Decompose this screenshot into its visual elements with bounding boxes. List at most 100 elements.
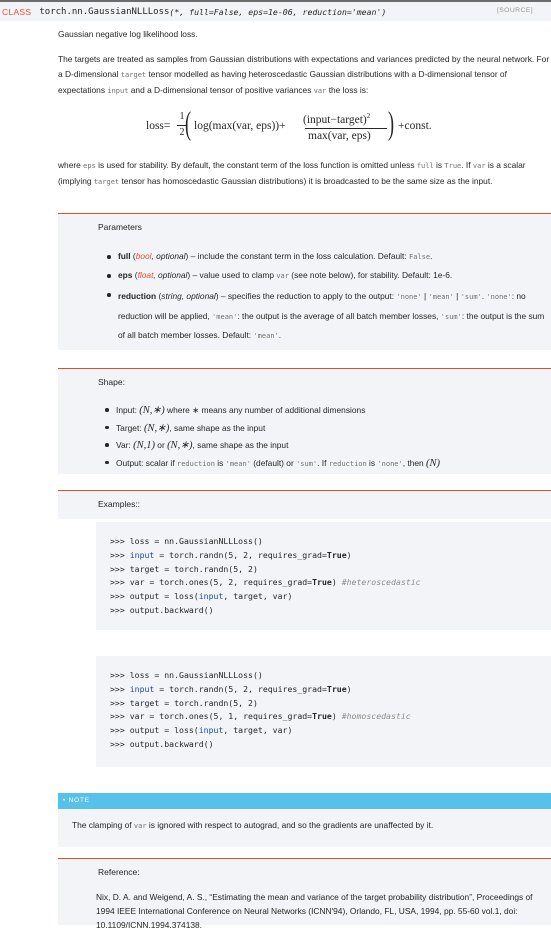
code-bool: True (326, 683, 347, 694)
code-block-homoscedastic[interactable]: >>> loss = nn.GaussianNLLLoss() >>> inpu… (96, 656, 551, 767)
reference-section: Reference: Nix, D. A. and Weigend, A. S.… (58, 859, 551, 930)
shape-output-t4: is (366, 457, 378, 468)
shape-var-math-2: (N,∗) (167, 440, 193, 451)
code-bool: True (312, 577, 332, 588)
examples-title: Examples:: (98, 499, 141, 509)
shape-input-desc: where ∗ means any number of additional d… (164, 405, 366, 415)
code-none-3: 'none' (377, 459, 403, 468)
class-args: (*, full=False, eps=1e-06, reduction='me… (169, 6, 387, 17)
shape-var-label: Var: (116, 440, 134, 450)
code-line: >>> output.backward() (110, 738, 214, 749)
class-signature: CLASS torch.nn.GaussianNLLLoss (*, full=… (0, 0, 551, 21)
param-full-opt: , optional (151, 251, 186, 261)
shape-output-label: Output: scalar if (116, 457, 177, 468)
param-reduction-desc: ) – specifies the reduction to apply to … (215, 291, 397, 301)
code-bool: True (312, 711, 332, 722)
code-mean-2: 'mean' (212, 312, 238, 321)
intro-paragraph: The targets are treated as samples from … (58, 52, 550, 100)
formula-fraction-bar (305, 128, 387, 129)
code-target-2: target (93, 178, 120, 187)
code-input: input (107, 87, 129, 96)
code-block-heteroscedastic[interactable]: >>> loss = nn.GaussianNLLLoss() >>> inpu… (96, 522, 551, 630)
code-target: target (120, 71, 147, 80)
code-reduction-2: reduction (328, 459, 367, 468)
reduction-desc-3: : the output is the average of all batch… (237, 310, 441, 321)
intro-text-4: the loss is: (326, 85, 369, 96)
code-mean: 'mean' (428, 293, 454, 301)
note-admonition: • NOTE The clamping of var is ignored wi… (58, 793, 551, 847)
formula-fraction-den: max(var, eps) (308, 130, 371, 142)
shape-var: Var: (N,1) or (N,∗), same shape as the i… (102, 437, 548, 455)
shape-output-t3: . If (317, 457, 329, 468)
param-eps-opt: , optional (153, 270, 188, 280)
reference-text: Nix, D. A. and Weigend, A. S., “Estimati… (96, 892, 533, 931)
shape-target-label: Target: (116, 422, 144, 433)
code-sum: 'sum' (460, 293, 482, 301)
code-line: >>> loss = nn.GaussianNLLLoss() (110, 670, 263, 680)
code-sum-3: 'sum' (296, 459, 318, 468)
code-line: >>> var = torch.ones(5, 2, requires_grad… (110, 577, 421, 588)
param-eps-type[interactable]: float (138, 270, 154, 280)
source-link[interactable]: [SOURCE] (497, 7, 533, 14)
code-var-3: var (276, 272, 289, 280)
formula-exponent: 2 (366, 112, 371, 120)
code-mean-3: 'mean' (253, 332, 279, 340)
intro-text-3: and a D-dimensional tensor of positive v… (128, 85, 314, 96)
note-text: The clamping of var is ignored with resp… (72, 820, 551, 830)
code-mean-4: 'mean' (225, 459, 251, 468)
code-line: >>> target = torch.randn(5, 2) (110, 563, 258, 574)
formula-rhs: +const. (398, 120, 432, 132)
shape-output-t1: is (214, 457, 226, 468)
shape-output-t5: , then (402, 457, 427, 468)
code-reduction: reduction (176, 459, 215, 468)
reference-title: Reference: (98, 867, 140, 877)
formula-lhs: loss= (146, 120, 171, 132)
code-false: False (408, 253, 431, 261)
summary-text: Gaussian negative log likelihood loss. (58, 29, 198, 39)
formula-left-paren: ( (185, 106, 192, 142)
code-lines-1: >>> loss = nn.GaussianNLLLoss() >>> inpu… (96, 522, 551, 618)
parameters-section: Parameters full (bool, optional) – inclu… (58, 214, 551, 350)
sep-1: | (421, 291, 429, 301)
code-lines-2: >>> loss = nn.GaussianNLLLoss() >>> inpu… (96, 656, 551, 752)
code-none: 'none' (396, 293, 422, 301)
code-line: >>> loss = nn.GaussianNLLLoss() (110, 536, 263, 546)
code-keyword: input (198, 591, 224, 602)
code-none-2: 'none' (486, 293, 512, 301)
note-text-1: The clamping of (72, 820, 134, 830)
shape-title: Shape: (98, 377, 125, 387)
formula-log-term: log(max(var, eps))+ (194, 120, 286, 132)
code-var-2: var (472, 162, 486, 170)
param-eps-name: eps (118, 270, 133, 280)
code-keyword: input (129, 549, 155, 560)
code-bool: True (326, 549, 347, 560)
param-reduction: reduction (string, optional) – specifies… (104, 287, 548, 346)
param-reduction-name: reduction (118, 291, 157, 301)
code-var: var (313, 87, 327, 96)
code-comment: #heteroscedastic (341, 577, 421, 588)
param-eps-desc2: (see note below), for stability. Default… (288, 270, 453, 280)
formula-right-paren: ) (388, 106, 395, 142)
param-reduction-type: string, optional (161, 291, 216, 301)
param-full-name: full (118, 251, 131, 261)
shape-var-math-1: (N,1) (133, 440, 155, 451)
class-keyword: CLASS (2, 6, 32, 17)
shape-output-t2: (default) or (250, 457, 297, 468)
shape-input: Input: (N,∗) where ∗ means any number of… (102, 402, 548, 420)
code-keyword: input (129, 683, 155, 694)
shape-var-or: or (154, 440, 168, 450)
code-true: True (444, 162, 462, 170)
class-name: torch.nn.GaussianNLLLoss (39, 6, 170, 17)
code-full: full (416, 162, 434, 170)
shape-output-math: (N) (426, 457, 441, 469)
param-full-type[interactable]: bool (136, 251, 152, 261)
stab-text-2: is used for stability. By default, the c… (95, 160, 417, 170)
param-full-end: . (430, 251, 433, 261)
formula-num-text: (input−target) (303, 113, 367, 126)
parameters-list: full (bool, optional) – include the cons… (104, 249, 548, 346)
param-full: full (bool, optional) – include the cons… (104, 249, 548, 265)
code-line: >>> input = torch.randn(5, 2, requires_g… (110, 549, 352, 560)
shape-var-desc: , same shape as the input (192, 440, 289, 450)
param-full-desc: ) – include the constant term in the los… (185, 251, 409, 261)
parameters-title: Parameters (98, 222, 142, 232)
